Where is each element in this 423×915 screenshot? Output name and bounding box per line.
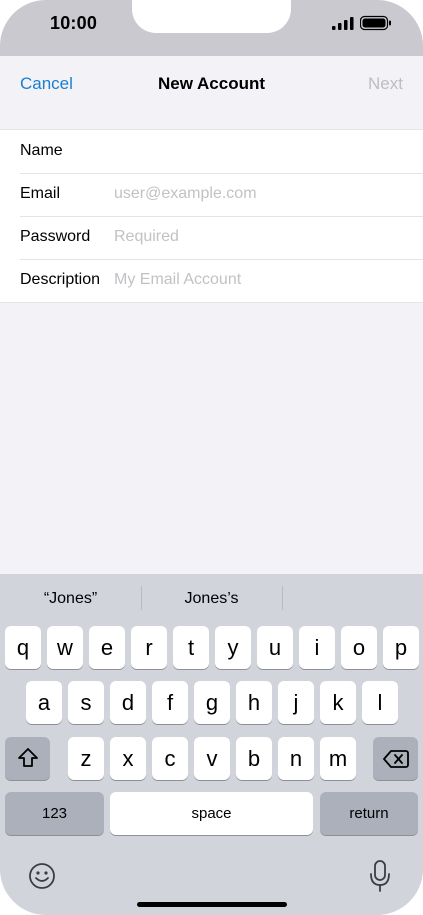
key-v[interactable]: v <box>194 737 230 780</box>
suggestion-divider <box>282 586 283 610</box>
battery-icon <box>360 15 391 31</box>
cancel-button[interactable]: Cancel <box>20 74 73 94</box>
key-r[interactable]: r <box>131 626 167 669</box>
suggestion-2[interactable]: Jones’s <box>141 590 282 608</box>
key-a[interactable]: a <box>26 681 62 724</box>
status-bar: 10:00 <box>0 0 423 56</box>
description-label: Description <box>20 271 101 288</box>
status-time: 10:00 <box>50 13 98 33</box>
key-w[interactable]: w <box>47 626 83 669</box>
key-q[interactable]: q <box>5 626 41 669</box>
mic-icon[interactable] <box>369 860 391 892</box>
key-f[interactable]: f <box>152 681 188 724</box>
account-form: Name Email Password Description <box>0 129 423 303</box>
phone-screen: 10:00 Cancel New Account Next Name Email <box>0 0 423 915</box>
form-row-email: Email <box>0 173 423 216</box>
password-field[interactable] <box>114 222 404 252</box>
key-c[interactable]: c <box>152 737 188 780</box>
signal-icon <box>332 17 354 30</box>
key-k[interactable]: k <box>320 681 356 724</box>
shift-key[interactable] <box>5 737 50 780</box>
key-i[interactable]: i <box>299 626 335 669</box>
emoji-icon[interactable] <box>28 862 56 890</box>
key-e[interactable]: e <box>89 626 125 669</box>
key-y[interactable]: y <box>215 626 251 669</box>
suggestion-bar: “Jones” Jones’s <box>0 574 423 622</box>
name-field[interactable] <box>114 136 404 166</box>
key-t[interactable]: t <box>173 626 209 669</box>
key-u[interactable]: u <box>257 626 293 669</box>
new-account-sheet: Cancel New Account Next Name Email Passw… <box>0 56 423 576</box>
shift-icon <box>17 748 38 767</box>
name-label: Name <box>20 142 63 159</box>
description-field[interactable] <box>114 265 404 295</box>
backspace-key[interactable] <box>373 737 418 780</box>
key-s[interactable]: s <box>68 681 104 724</box>
key-j[interactable]: j <box>278 681 314 724</box>
key-z[interactable]: z <box>68 737 104 780</box>
numbers-key[interactable]: 123 <box>5 792 104 835</box>
key-o[interactable]: o <box>341 626 377 669</box>
return-key[interactable]: return <box>320 792 418 835</box>
space-key[interactable]: space <box>110 792 313 835</box>
suggestion-1[interactable]: “Jones” <box>0 590 141 608</box>
key-n[interactable]: n <box>278 737 314 780</box>
email-field[interactable] <box>114 179 404 209</box>
email-label: Email <box>20 185 61 202</box>
backspace-icon <box>382 750 409 768</box>
nav-bar: Cancel New Account Next <box>0 56 423 112</box>
key-x[interactable]: x <box>110 737 146 780</box>
notch <box>132 0 291 33</box>
key-g[interactable]: g <box>194 681 230 724</box>
key-p[interactable]: p <box>383 626 419 669</box>
key-b[interactable]: b <box>236 737 272 780</box>
key-h[interactable]: h <box>236 681 272 724</box>
home-indicator <box>137 902 287 907</box>
form-row-name: Name <box>0 130 423 173</box>
key-l[interactable]: l <box>362 681 398 724</box>
form-row-description: Description <box>0 259 423 302</box>
key-m[interactable]: m <box>320 737 356 780</box>
key-d[interactable]: d <box>110 681 146 724</box>
keyboard: “Jones” Jones’s q w e r t y u i o p a s … <box>0 574 423 915</box>
password-label: Password <box>20 228 91 245</box>
next-button[interactable]: Next <box>368 74 403 94</box>
form-row-password: Password <box>0 216 423 259</box>
